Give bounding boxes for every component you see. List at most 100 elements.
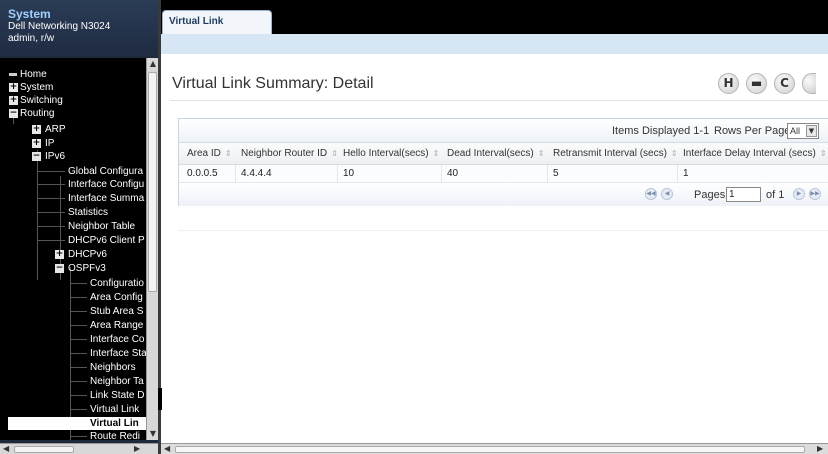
cell-area-id: 0.0.0.5 <box>187 168 218 179</box>
tree-item-ipv6-interface-summary[interactable]: Interface Summa <box>0 192 146 205</box>
save-icon[interactable]: H <box>718 73 739 94</box>
tree-item-ospfv3-virtual-link-summary[interactable]: Virtual Lin <box>8 417 146 430</box>
tree-item-system[interactable]: + System <box>0 81 146 94</box>
tree-item-ospfv3-neighbors[interactable]: Neighbors <box>0 361 146 374</box>
sort-icon: ⇕ <box>670 149 678 158</box>
tree-item-ospfv3-route-redistribution[interactable]: Route Redi <box>0 430 146 440</box>
tree-item-arp[interactable]: + ARP <box>0 123 146 136</box>
tree-item-label: Interface Sta <box>90 348 146 359</box>
tree-item-ospfv3-area-range[interactable]: Area Range <box>0 319 146 332</box>
tree-item-ipv6-interface-config[interactable]: Interface Configu <box>0 178 146 191</box>
column-header-dead-interval[interactable]: Dead Interval(secs) ⇕ <box>447 143 544 165</box>
tree-item-label: Routing <box>20 108 55 119</box>
expand-plus-icon[interactable]: + <box>55 250 64 259</box>
first-page-icon[interactable]: ◀◀ <box>645 188 657 200</box>
pages-label: Pages <box>694 189 726 201</box>
print-icon[interactable]: ▬ <box>746 73 767 94</box>
sort-icon: ⇕ <box>432 149 440 158</box>
column-divider <box>235 165 236 183</box>
scroll-down-icon[interactable]: ▼ <box>148 428 158 440</box>
scroll-right-icon[interactable]: ▶ <box>134 444 140 454</box>
tree-item-switching[interactable]: + Switching <box>0 94 146 107</box>
collapse-minus-icon[interactable]: − <box>55 264 64 273</box>
title-divider <box>170 100 828 101</box>
tree-item-label: Interface Co <box>90 334 145 345</box>
collapse-minus-icon[interactable]: − <box>32 152 41 161</box>
scroll-left-icon[interactable]: ◀ <box>164 444 170 454</box>
last-page-icon[interactable]: ▶▶ <box>809 188 821 200</box>
column-divider <box>547 165 548 183</box>
user-info: admin, r/w <box>8 33 55 44</box>
tree-item-ospfv3-link-state-db[interactable]: Link State D <box>0 389 146 402</box>
column-header-area-id[interactable]: Area ID ⇕ <box>187 143 232 165</box>
scroll-thumb[interactable] <box>14 446 74 453</box>
tree-item-dhcpv6[interactable]: + DHCPv6 <box>0 248 146 261</box>
tree-item-label: Neighbor Ta <box>90 376 144 387</box>
column-header-hello-interval[interactable]: Hello Interval(secs) ⇕ <box>343 143 439 165</box>
tree-item-ospfv3-stub-area[interactable]: Stub Area S <box>0 305 146 318</box>
expand-plus-icon[interactable]: + <box>32 139 41 148</box>
column-header-neighbor-router-id[interactable]: Neighbor Router ID ⇕ <box>241 143 338 165</box>
tree-item-ospfv3-interface-stats[interactable]: Interface Sta <box>0 347 146 360</box>
home-icon <box>9 73 17 76</box>
tree-item-routing[interactable]: − Routing <box>0 107 146 120</box>
tree-item-label: Home <box>20 69 47 80</box>
refresh-icon[interactable]: C <box>774 73 795 94</box>
tab-content-stripe <box>161 34 828 54</box>
tree-item-label: Area Config <box>90 292 143 303</box>
collapse-minus-icon[interactable]: − <box>9 109 18 118</box>
expand-plus-icon[interactable]: + <box>32 125 41 134</box>
table-row[interactable]: 0.0.0.5 4.4.4.4 10 40 5 1 <box>179 165 828 183</box>
expand-plus-icon[interactable]: + <box>9 96 18 105</box>
tree-item-ospfv3-interface-config[interactable]: Interface Co <box>0 333 146 346</box>
scroll-up-icon[interactable]: ▲ <box>148 58 158 70</box>
navigation-tree: Home + System + Switching − Routing + AR… <box>0 58 146 440</box>
next-page-icon[interactable]: ▶ <box>793 188 805 200</box>
sort-icon: ⇕ <box>331 149 338 158</box>
tree-item-label: DHCPv6 Client P <box>68 235 145 246</box>
main-horizontal-scrollbar[interactable]: ◀ ▶ <box>161 443 828 454</box>
tree-item-label: Area Range <box>90 320 144 331</box>
cell-neighbor-router-id: 4.4.4.4 <box>241 168 272 179</box>
splitter-handle[interactable] <box>158 388 162 410</box>
navigation-horizontal-scrollbar[interactable]: ◀ ▶ <box>0 443 158 454</box>
scroll-thumb[interactable] <box>148 72 157 292</box>
tree-item-label: System <box>20 82 54 93</box>
expand-plus-icon[interactable]: + <box>9 83 18 92</box>
cell-retransmit-interval: 5 <box>553 168 559 179</box>
tree-item-label: Interface Configu <box>68 179 145 190</box>
previous-page-icon[interactable]: ◀ <box>661 188 673 200</box>
tree-item-ospfv3-virtual-link-config[interactable]: Virtual Link <box>0 403 146 416</box>
tree-item-ospfv3-neighbor-table[interactable]: Neighbor Ta <box>0 375 146 388</box>
scroll-right-icon[interactable]: ▶ <box>817 444 823 454</box>
tree-item-home[interactable]: Home <box>0 68 146 81</box>
help-icon[interactable] <box>802 73 816 94</box>
rows-per-page-select[interactable]: All ▼ <box>787 123 819 139</box>
column-header-interface-delay-interval[interactable]: Interface Delay Interval (secs) ⇕ <box>683 143 827 165</box>
tree-item-ip[interactable]: + IP <box>0 137 146 150</box>
tree-item-ipv6[interactable]: − IPv6 <box>0 150 146 163</box>
tree-item-ipv6-dhcpv6-client[interactable]: DHCPv6 Client P <box>0 234 146 247</box>
sort-icon: ⇕ <box>224 149 232 158</box>
column-header-retransmit-interval[interactable]: Retransmit Interval (secs) ⇕ <box>553 143 678 165</box>
chevron-down-icon[interactable]: ▼ <box>806 125 817 137</box>
tree-item-label: Statistics <box>68 207 109 218</box>
tree-item-ipv6-neighbor-table[interactable]: Neighbor Table <box>0 220 146 233</box>
tree-item-ospfv3-configuration[interactable]: Configuratio <box>0 277 146 290</box>
page-title: Virtual Link Summary: Detail <box>172 75 374 92</box>
tree-item-ospfv3[interactable]: − OSPFv3 <box>0 262 146 275</box>
cell-hello-interval: 10 <box>343 168 355 179</box>
tab-virtual-link-summary[interactable]: Virtual Link Summary <box>162 10 272 49</box>
scroll-thumb[interactable] <box>175 446 805 453</box>
device-name: Dell Networking N3024 <box>8 21 111 32</box>
tree-item-ipv6-global-config[interactable]: Global Configura <box>0 165 146 178</box>
tree-item-ipv6-statistics[interactable]: Statistics <box>0 206 146 219</box>
navigation-vertical-scrollbar[interactable]: ▲ ▼ <box>146 58 158 440</box>
tree-item-ospfv3-area-config[interactable]: Area Config <box>0 291 146 304</box>
page-number-input[interactable]: 1 <box>726 187 761 202</box>
tree-item-label: Neighbors <box>90 362 136 373</box>
scroll-left-icon[interactable]: ◀ <box>3 444 9 454</box>
column-header-label: Neighbor Router ID <box>241 148 328 159</box>
panel-splitter[interactable] <box>158 0 161 454</box>
system-title: System <box>8 7 51 21</box>
